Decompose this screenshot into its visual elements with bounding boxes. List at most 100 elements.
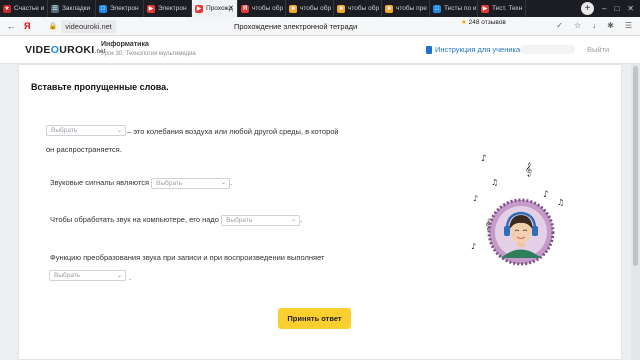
browser-tab[interactable]: □ Тесты по и [430, 0, 478, 17]
browser-tab[interactable]: ■ чтобы обр [286, 0, 334, 17]
logout-link[interactable]: Выйти [587, 45, 609, 54]
q3-period: . [300, 215, 303, 224]
svg-text:♪: ♪ [481, 154, 487, 164]
download-icon[interactable]: ↓ [592, 21, 596, 30]
menu-icon[interactable]: ☰ [625, 21, 632, 30]
q3-sentence: Чтобы обработать звук на компьютере, его… [50, 214, 302, 226]
subject-title: Информатика [101, 41, 149, 48]
browser-tab[interactable]: ■ чтобы пре [382, 0, 430, 17]
tab-label: Тест. Техн [492, 5, 523, 12]
tab-label: Счастье и [14, 5, 45, 12]
browser-tab[interactable]: ▶ Тест. Техн [478, 0, 526, 17]
chevron-down-icon: ⌄ [116, 273, 122, 279]
submit-answer-button[interactable]: Принять ответ [278, 308, 351, 329]
url-host[interactable]: videouroki.net [61, 19, 116, 33]
browser-tab[interactable]: ▶ Электрон [144, 0, 192, 17]
scrollbar-thumb[interactable] [633, 66, 638, 266]
browser-tab[interactable]: □ Электрон [96, 0, 144, 17]
select-placeholder: Выбрать [156, 179, 183, 187]
select-placeholder: Выбрать [54, 272, 81, 279]
browser-tab[interactable]: ▶ Прохожд ✕ [192, 0, 238, 17]
videouroki-icon: ▶ [481, 4, 489, 13]
star-icon: ★ [461, 19, 467, 26]
q1-text-line2: он распространяется. [46, 145, 122, 154]
logo-text-o: O [50, 44, 60, 56]
close-window-button[interactable]: ✕ [627, 4, 634, 13]
maximize-button[interactable]: □ [614, 4, 619, 13]
reviews-count: 248 отзывов [468, 19, 506, 26]
lock-icon: 🔒 [48, 23, 58, 30]
star-icon: ★ [3, 4, 11, 13]
svg-text:♫: ♫ [491, 178, 498, 187]
page-icon: □ [99, 4, 107, 13]
task-heading: Вставьте пропущенные слова. [31, 82, 169, 92]
browser-tab[interactable]: ☰ Закладки [48, 0, 96, 17]
q1-select[interactable]: Выбрать ⌄ [46, 125, 126, 136]
q3-text: Чтобы обработать звук на компьютере, его… [50, 215, 219, 224]
url-field[interactable]: 🔒 videouroki.net [48, 19, 116, 33]
minimize-button[interactable]: – [602, 4, 606, 13]
svg-text:♪: ♪ [471, 242, 476, 251]
bookmarks-icon: ☰ [51, 4, 59, 13]
tab-label: чтобы обр [252, 5, 284, 12]
tab-label: чтобы обр [348, 5, 380, 12]
user-name-blurred [520, 45, 575, 54]
instruction-link[interactable]: Инструкция для ученика [426, 45, 520, 54]
chevron-down-icon: ⌄ [116, 128, 122, 134]
girl-with-headphones-illustration: ♪ 𝄞 ♫ ♪ ♪ ♫ 𝄞 ♪ [471, 154, 564, 266]
select-placeholder: Выбрать [51, 127, 78, 134]
page-title: Прохождение электронной тетради [234, 22, 358, 31]
browser-tab[interactable]: ■ чтобы обр [334, 0, 382, 17]
document-icon [426, 45, 432, 54]
videouroki-icon: ▶ [147, 4, 155, 13]
page-scrollbar[interactable] [631, 64, 640, 360]
q4-period: . [129, 273, 132, 282]
q2-text: Звуковые сигналы являются [50, 178, 150, 187]
svg-text:♪: ♪ [543, 190, 549, 200]
folder-icon: ■ [337, 4, 345, 13]
tab-label: Тесты по и [444, 5, 477, 12]
extension-icon[interactable]: ✱ [607, 21, 614, 30]
logo-text-prefix: VIDE [25, 44, 51, 56]
bookmark-star-icon[interactable]: ☆ [574, 21, 581, 30]
new-tab-button[interactable]: + [581, 2, 594, 15]
q2-period: . [230, 178, 233, 187]
lesson-title: Урок 30. Технология мультимедиа [101, 51, 196, 57]
tab-strip-controls: + – □ ✕ [581, 0, 640, 17]
q4-text: Функцию преобразования звука при записи … [50, 253, 325, 262]
protect-icon[interactable]: ✓ [556, 21, 563, 30]
tab-label: Электрон [110, 5, 139, 12]
browser-tab-strip: ★ Счастье и ☰ Закладки □ Электрон ▶ Электрон ▶ Пр… [0, 0, 640, 17]
chevron-down-icon: ⌄ [291, 216, 297, 223]
address-bar: ← Я 🔒 videouroki.net Прохождение электро… [0, 17, 640, 36]
close-tab-icon[interactable]: ✕ [228, 4, 234, 12]
svg-text:♫: ♫ [557, 198, 564, 207]
reviews-badge[interactable]: ★ 248 отзывов [461, 19, 506, 26]
svg-text:𝄞: 𝄞 [525, 162, 532, 176]
browser-tab[interactable]: Ячтобы обр [238, 0, 286, 17]
page-icon: □ [433, 4, 441, 13]
folder-icon: ■ [289, 4, 297, 13]
logo-text-suffix: UROKI [59, 44, 95, 56]
tab-label: чтобы пре [396, 5, 427, 12]
folder-icon: ■ [385, 4, 393, 13]
svg-text:♪: ♪ [473, 194, 478, 203]
videouroki-logo[interactable]: VIDEOUROKI.net [25, 44, 106, 56]
tab-label: чтобы обр [300, 5, 332, 12]
tab-label: Электрон [158, 5, 187, 12]
q3-select[interactable]: Выбрать ⌄ [221, 214, 301, 226]
q2-select[interactable]: Выбрать ⌄ [151, 177, 231, 189]
yandex-icon: Я [241, 4, 249, 13]
chevron-down-icon: ⌄ [221, 179, 227, 186]
q4-select[interactable]: Выбрать ⌄ [49, 270, 126, 281]
back-arrow-icon[interactable]: ← [4, 21, 18, 31]
tab-label: Закладки [62, 5, 91, 12]
q2-sentence: Звуковые сигналы являются Выбрать ⌄ . [50, 177, 232, 189]
videouroki-icon: ▶ [195, 4, 203, 13]
browser-tab[interactable]: ★ Счастье и [0, 0, 48, 17]
instruction-link-label: Инструкция для ученика [435, 45, 521, 54]
yandex-home-button[interactable]: Я [24, 21, 30, 31]
q1-text-line1: – это колебания воздуха или любой другой… [127, 127, 339, 136]
task-card: Вставьте пропущенные слова. Выбрать ⌄ – … [18, 64, 622, 360]
select-placeholder: Выбрать [226, 216, 253, 224]
